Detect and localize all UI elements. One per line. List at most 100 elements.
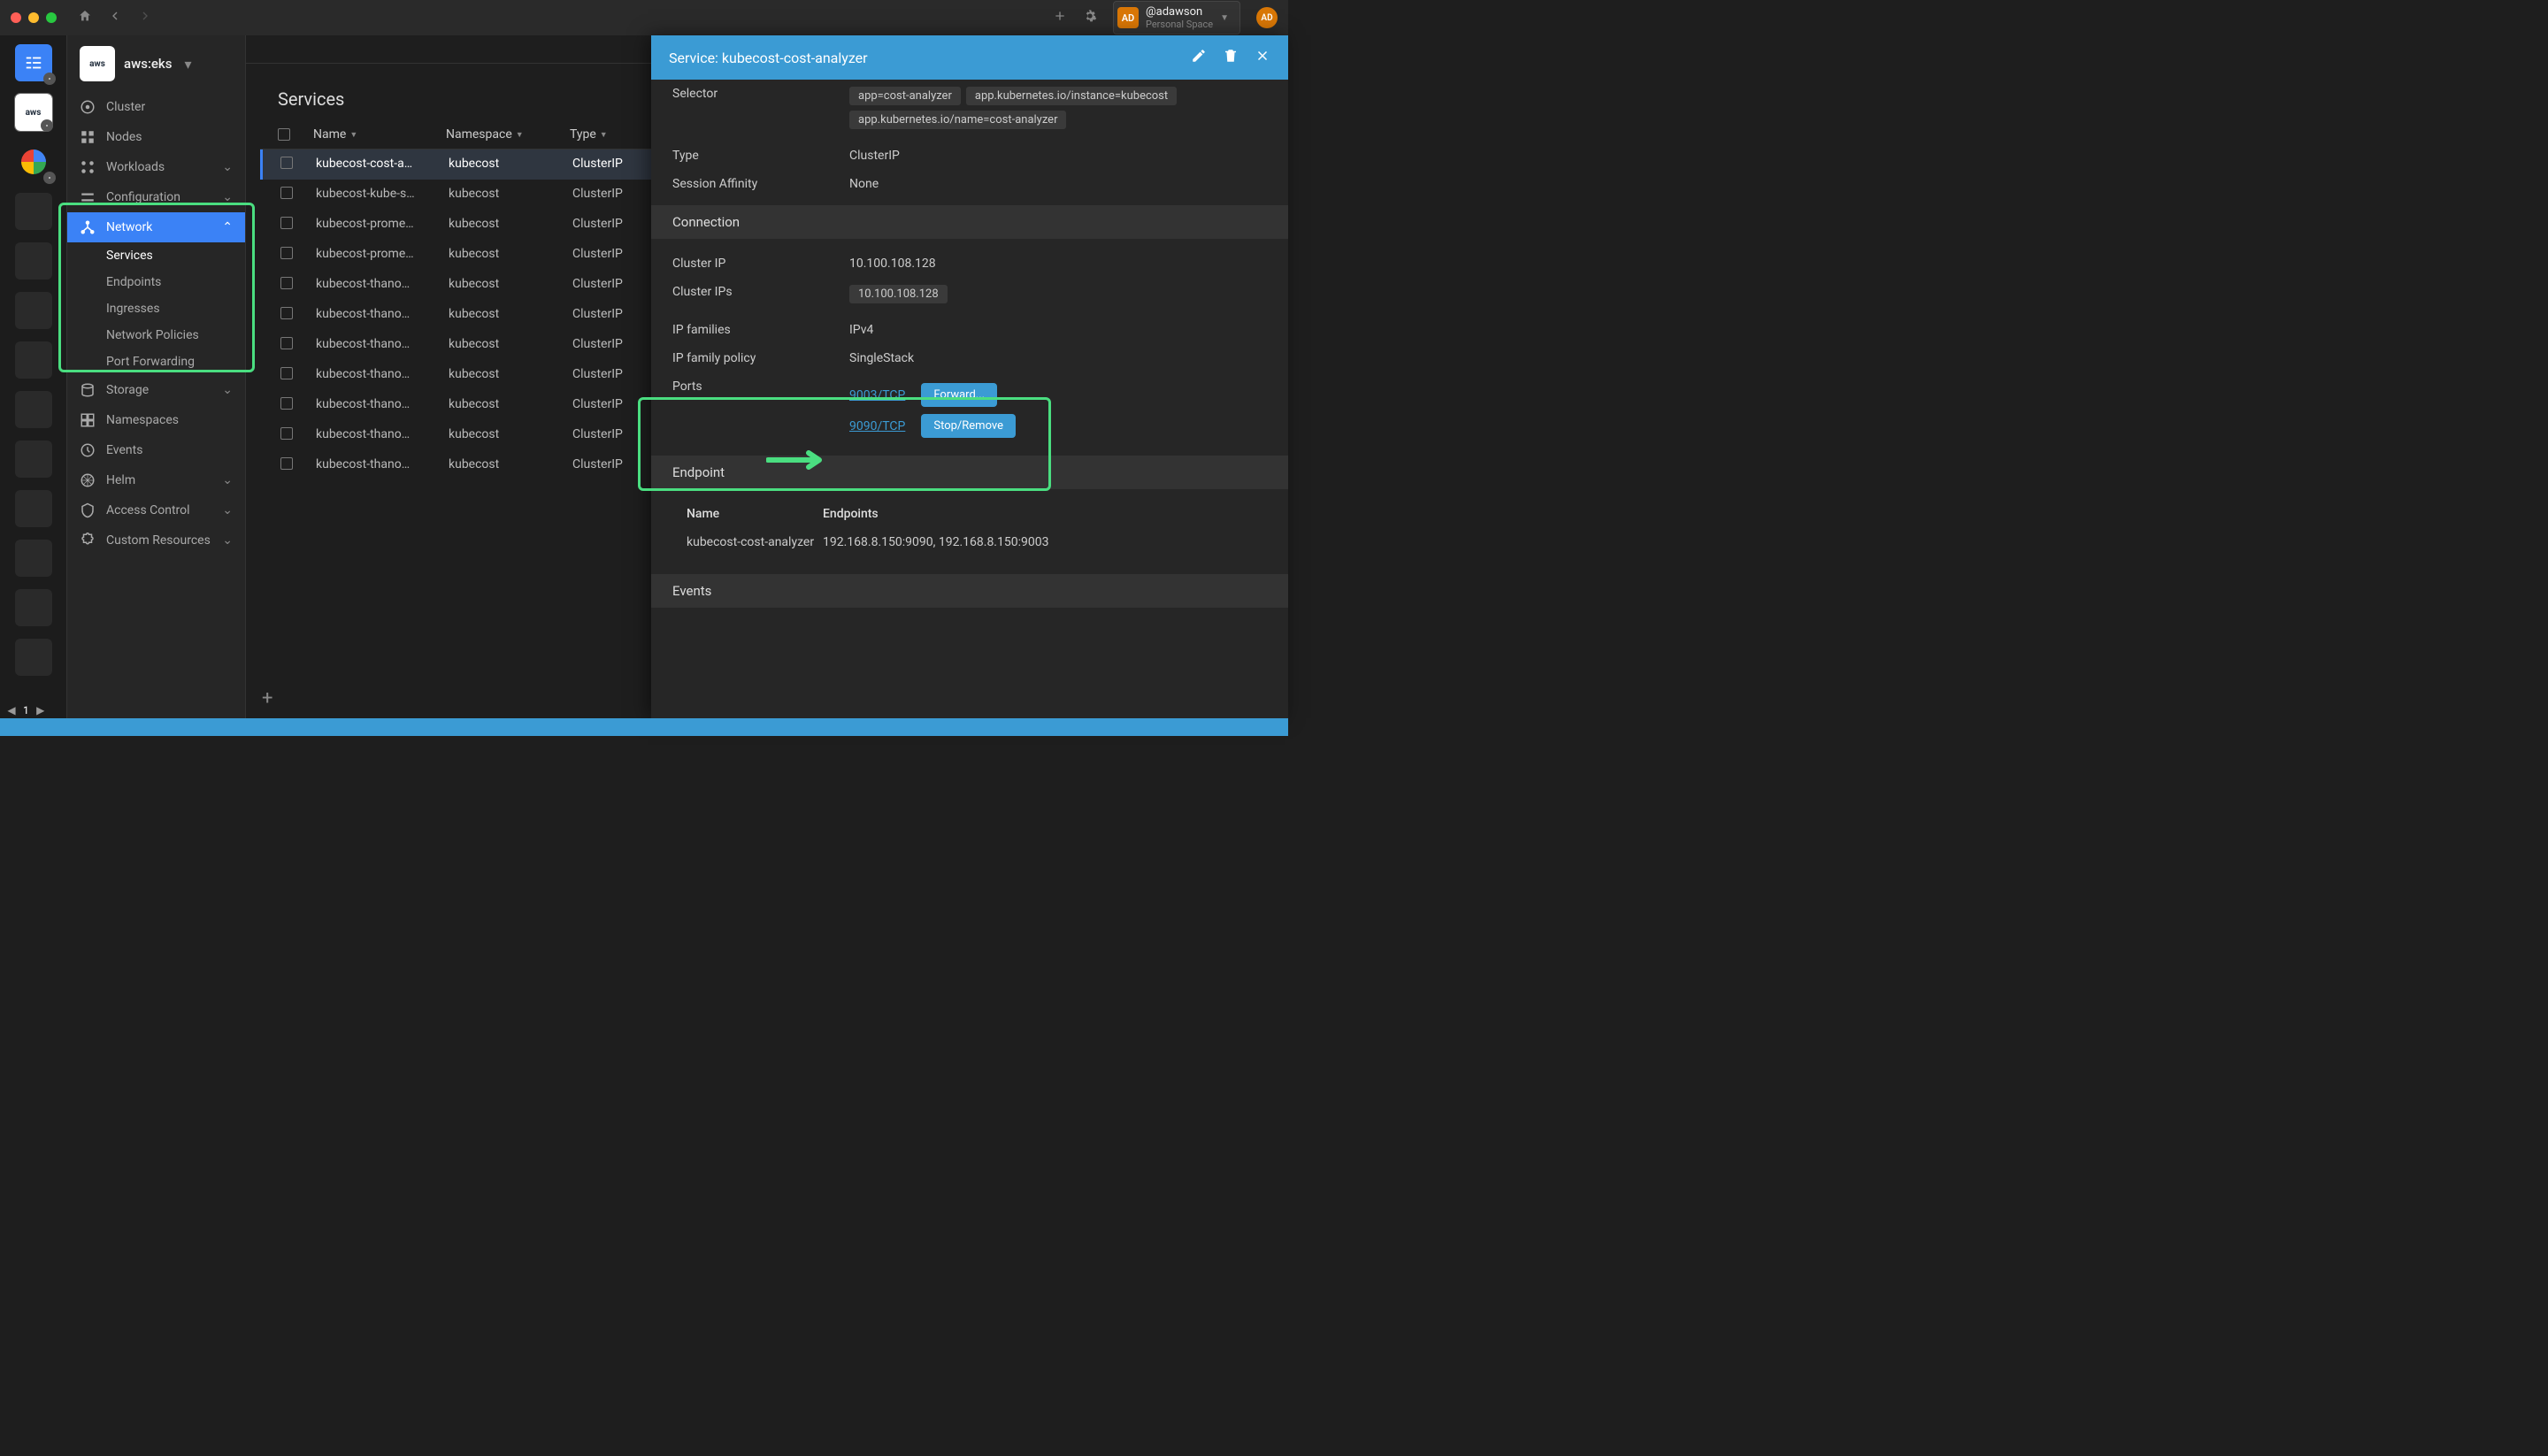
rail-slot[interactable]: [15, 540, 52, 577]
add-icon[interactable]: [1053, 9, 1067, 27]
forward-button[interactable]: Forward...: [921, 383, 997, 407]
row-checkbox[interactable]: [280, 217, 293, 229]
cell-type: ClusterIP: [572, 187, 661, 203]
row-checkbox[interactable]: [280, 397, 293, 410]
cell-name: kubecost-thano…: [316, 337, 449, 353]
minimize-window[interactable]: [28, 12, 39, 23]
close-icon[interactable]: [1255, 48, 1270, 67]
events-header: Events: [651, 574, 1288, 608]
row-checkbox[interactable]: [280, 307, 293, 319]
storage-icon: [80, 382, 96, 398]
cell-name: kubecost-thano…: [316, 457, 449, 473]
selector-chip: app=cost-analyzer: [849, 87, 961, 105]
cluster-ips-label: Cluster IPs: [672, 285, 849, 309]
select-all-checkbox[interactable]: [278, 127, 313, 142]
rail-dashboard[interactable]: [15, 44, 52, 81]
user-menu[interactable]: AD @adawson Personal Space ▼: [1113, 1, 1240, 35]
port-link-9090[interactable]: 9090/TCP: [849, 419, 905, 433]
maximize-window[interactable]: [46, 12, 57, 23]
rail-slot[interactable]: [15, 441, 52, 478]
cell-namespace: kubecost: [449, 157, 572, 172]
nav-port-forwarding[interactable]: Port Forwarding: [106, 349, 245, 375]
nav-nodes[interactable]: Nodes: [67, 122, 245, 152]
cell-namespace: kubecost: [449, 277, 572, 293]
rail-slot[interactable]: [15, 639, 52, 676]
nav-endpoints[interactable]: Endpoints: [106, 269, 245, 295]
edit-icon[interactable]: [1191, 48, 1207, 67]
port-link-9003[interactable]: 9003/TCP: [849, 388, 905, 402]
nav-events[interactable]: Events: [67, 435, 245, 465]
cluster-selector[interactable]: aws aws:eks ▾: [67, 35, 245, 92]
rail-slot[interactable]: [15, 490, 52, 527]
cell-type: ClusterIP: [572, 277, 661, 293]
cell-type: ClusterIP: [572, 457, 661, 473]
cell-name: kubecost-kube-s…: [316, 187, 449, 203]
row-checkbox[interactable]: [280, 457, 293, 470]
rail-slot[interactable]: [15, 341, 52, 379]
chevron-up-icon: ⌃: [222, 220, 233, 234]
cell-type: ClusterIP: [572, 367, 661, 383]
avatar-small[interactable]: AD: [1256, 7, 1278, 28]
nav-network-policies[interactable]: Network Policies: [106, 322, 245, 349]
nav-configuration[interactable]: Configuration⌄: [67, 182, 245, 212]
nav-services[interactable]: Services: [106, 242, 245, 269]
forward-icon[interactable]: [138, 9, 152, 27]
rail-slot[interactable]: [15, 589, 52, 626]
cluster-ip-value: 10.100.108.128: [849, 257, 1267, 271]
row-checkbox[interactable]: [280, 277, 293, 289]
ip-family-policy-label: IP family policy: [672, 351, 849, 365]
endpoint-name-col: Name: [672, 507, 823, 521]
nav-network[interactable]: Network⌃: [67, 212, 245, 242]
sort-icon: ▼: [516, 130, 524, 140]
cell-type: ClusterIP: [572, 427, 661, 443]
endpoint-header: Endpoint: [651, 456, 1288, 489]
row-checkbox[interactable]: [280, 157, 293, 169]
nav-access-control[interactable]: Access Control⌄: [67, 495, 245, 525]
delete-icon[interactable]: [1223, 48, 1239, 67]
row-checkbox[interactable]: [280, 427, 293, 440]
col-name[interactable]: Name ▼: [313, 127, 446, 142]
cell-name: kubecost-thano…: [316, 367, 449, 383]
nav-custom-resources[interactable]: Custom Resources⌄: [67, 525, 245, 556]
type-label: Type: [672, 149, 849, 163]
row-checkbox[interactable]: [280, 187, 293, 199]
stop-remove-button[interactable]: Stop/Remove: [921, 414, 1016, 438]
rail-cluster-aws[interactable]: aws: [15, 94, 52, 131]
cell-name: kubecost-prome…: [316, 217, 449, 233]
pager-next[interactable]: ▶: [35, 704, 47, 717]
window-controls: [11, 12, 57, 23]
cell-namespace: kubecost: [449, 217, 572, 233]
col-type[interactable]: Type ▼: [570, 127, 658, 142]
rail-cluster-gcp[interactable]: [15, 143, 52, 180]
nav-namespaces[interactable]: Namespaces: [67, 405, 245, 435]
cell-type: ClusterIP: [572, 307, 661, 323]
rail-slot[interactable]: [15, 193, 52, 230]
home-icon[interactable]: [78, 9, 92, 27]
col-namespace[interactable]: Namespace ▼: [446, 127, 570, 142]
rail-slot[interactable]: [15, 242, 52, 280]
back-icon[interactable]: [108, 9, 122, 27]
row-checkbox[interactable]: [280, 247, 293, 259]
nav-storage[interactable]: Storage⌄: [67, 375, 245, 405]
gear-icon[interactable]: [1083, 9, 1097, 27]
row-checkbox[interactable]: [280, 367, 293, 379]
row-checkbox[interactable]: [280, 337, 293, 349]
user-handle: @adawson: [1146, 5, 1213, 19]
close-window[interactable]: [11, 12, 21, 23]
rail-gear-icon[interactable]: [43, 172, 56, 184]
rail-gear-icon[interactable]: [43, 73, 56, 85]
nav-ingresses[interactable]: Ingresses: [106, 295, 245, 322]
pager-prev[interactable]: ◀: [5, 704, 18, 717]
rail-slot[interactable]: [15, 292, 52, 329]
chevron-down-icon: ⌄: [222, 383, 233, 397]
detail-title: Service: kubecost-cost-analyzer: [669, 50, 868, 66]
add-button[interactable]: +: [262, 687, 272, 709]
pager: ◀ 1 ▶: [5, 704, 47, 717]
nav-cluster[interactable]: Cluster: [67, 92, 245, 122]
cluster-icon: [80, 99, 96, 115]
nav-workloads[interactable]: Workloads⌄: [67, 152, 245, 182]
rail-slot[interactable]: [15, 391, 52, 428]
cell-namespace: kubecost: [449, 397, 572, 413]
nav-helm[interactable]: Helm⌄: [67, 465, 245, 495]
rail-gear-icon[interactable]: [41, 119, 53, 132]
